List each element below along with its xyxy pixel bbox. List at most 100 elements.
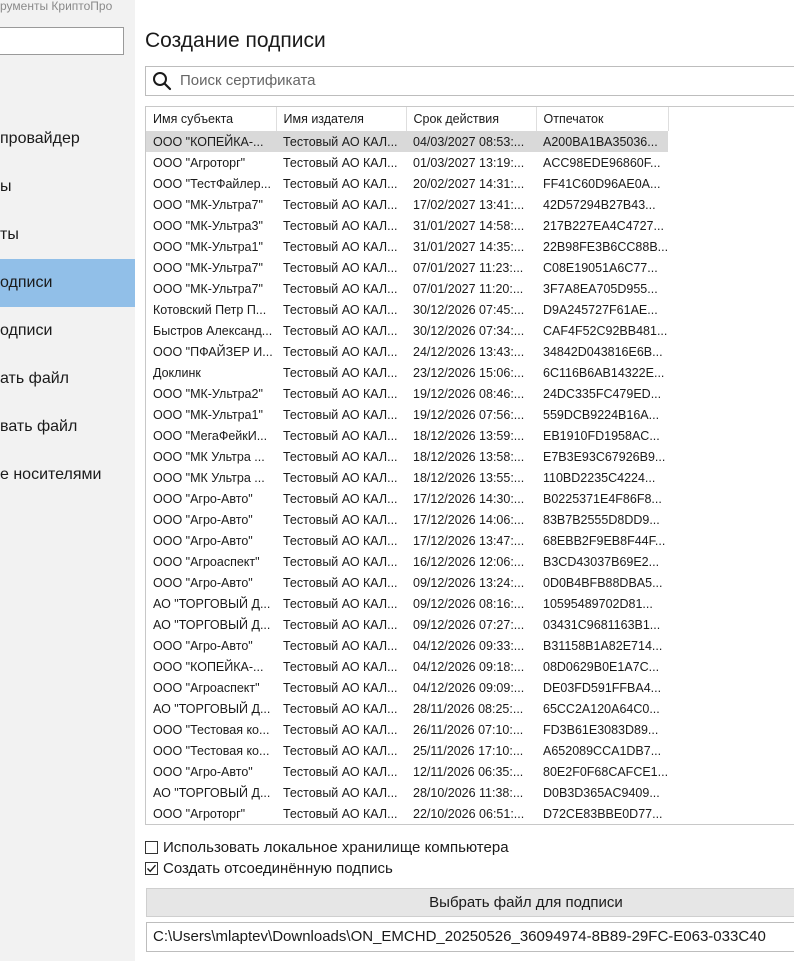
cell-issuer: Тестовый АО КАЛ... [276,131,406,152]
column-header-issuer[interactable]: Имя издателя [276,107,407,131]
certificate-search-input[interactable]: Поиск сертификата [145,66,794,96]
cell-subject: АО "ТОРГОВЫЙ Д... [153,617,271,632]
table-row[interactable]: АО "ТОРГОВЫЙ Д... Тестовый АО КАЛ... 09/12… [146,593,668,614]
table-row[interactable]: ООО "ТестФайлер... Тестовый АО КАЛ... 20/0… [146,173,668,194]
table-row[interactable]: Доклинк Тестовый АО КАЛ... 23/12/2026 15:0… [146,362,668,383]
page-title: Создание подписи [145,29,326,52]
table-row[interactable]: ООО "МК-Ультра7" Тестовый АО КАЛ... 17/02/… [146,194,668,215]
table-row[interactable]: ООО "Агроторг" Тестовый АО КАЛ... 22/10/20… [146,803,668,824]
table-row[interactable]: ООО "МК-Ультра7" Тестовый АО КАЛ... 07/01/… [146,278,668,299]
column-header-thumbprint[interactable]: Отпечаток [536,107,669,131]
table-row[interactable]: ООО "КОПЕЙКА-... Тестовый АО КАЛ... 04/12/… [146,656,668,677]
cell-issuer: Тестовый АО КАЛ... [283,722,398,737]
local-store-option[interactable]: Использовать локальное хранилище компьют… [145,837,509,857]
sidebar-item[interactable]: е носителями [0,451,135,499]
cell-subject: Доклинк [153,365,201,380]
cell-validity: 24/12/2026 13:43:... [413,344,525,359]
sidebar-item[interactable]: ы [0,163,135,211]
cell-issuer: Тестовый АО КАЛ... [283,785,398,800]
cell-issuer: Тестовый АО КАЛ... [283,638,398,653]
sidebar-search-input[interactable] [0,27,124,55]
cell-subject: ООО "Агроторг" [153,155,246,170]
cell-validity: 09/12/2026 13:24:... [413,575,525,590]
cell-validity: 30/12/2026 07:34:... [413,323,525,338]
table-row[interactable]: АО "ТОРГОВЫЙ Д... Тестовый АО КАЛ... 28/11… [146,698,668,719]
cell-validity: 30/12/2026 07:45:... [413,302,525,317]
cell-issuer: Тестовый АО КАЛ... [283,302,398,317]
cell-issuer: Тестовый АО КАЛ... [283,449,398,464]
table-row[interactable]: АО "ТОРГОВЫЙ Д... Тестовый АО КАЛ... 28/10… [146,782,668,803]
cell-issuer: Тестовый АО КАЛ... [283,428,398,443]
cell-issuer: Тестовый АО КАЛ... [283,806,398,821]
detached-signature-checkbox[interactable] [145,861,158,875]
table-row[interactable]: ООО "Тестовая ко... Тестовый АО КАЛ... 25/… [146,740,668,761]
cell-subject: ООО "Агроаспект" [153,680,260,695]
sidebar-item[interactable]: ты [0,211,135,259]
cell-validity: 25/11/2026 17:10:... [413,743,524,758]
table-row[interactable]: Быстров Александ... Тестовый АО КАЛ... 30/… [146,320,668,341]
main-panel: Создание подписи Поиск сертификата Имя с… [145,0,794,961]
cell-thumbprint: 83B7B2555D8DD9... [543,512,660,527]
table-row[interactable]: ООО "Агро-Авто" Тестовый АО КАЛ... 09/12/2… [146,572,668,593]
cell-thumbprint: 22B98FE3B6CC88B... [543,239,669,254]
cell-issuer: Тестовый АО КАЛ... [283,407,398,422]
cell-issuer: Тестовый АО КАЛ... [283,155,398,170]
sidebar-item[interactable]: ать файл [0,355,135,403]
cell-thumbprint: D72CE83BBE0D77... [543,806,663,821]
cell-thumbprint: FD3B61E3083D89... [543,722,659,737]
table-row[interactable]: ООО "МК-Ультра2" Тестовый АО КАЛ... 19/12/… [146,383,668,404]
table-row[interactable]: Котовский Петр П... Тестовый АО КАЛ... 30/… [146,299,668,320]
search-placeholder: Поиск сертификата [180,72,316,89]
table-row[interactable]: ООО "Агро-Авто" Тестовый АО КАЛ... 17/12/2… [146,530,668,551]
select-file-button[interactable]: Выбрать файл для подписи [146,888,794,917]
table-row[interactable]: ООО "МегаФейкИ... Тестовый АО КАЛ... 18/12… [146,425,668,446]
sidebar-item[interactable]: одписи [0,259,135,307]
table-row[interactable]: ООО "Агроторг" Тестовый АО КАЛ... 01/03/20… [146,152,668,173]
table-row[interactable]: ООО "МК-Ультра7" Тестовый АО КАЛ... 07/01/… [146,257,668,278]
detached-signature-option[interactable]: Создать отсоединённую подпись [145,858,393,878]
cell-validity: 09/12/2026 07:27:... [413,617,525,632]
cell-thumbprint: 80E2F0F68CAFCE1... [543,764,669,779]
table-row[interactable]: ООО "МК-Ультра1" Тестовый АО КАЛ... 31/01/… [146,236,668,257]
table-row[interactable]: ООО "МК-Ультра1" Тестовый АО КАЛ... 19/12/… [146,404,668,425]
cell-issuer: Тестовый АО КАЛ... [283,596,398,611]
sidebar-item[interactable]: вать файл [0,403,135,451]
table-row[interactable]: ООО "Агро-Авто" Тестовый АО КАЛ... 12/11/2… [146,761,668,782]
cell-validity: 18/12/2026 13:59:... [413,428,525,443]
table-row[interactable]: АО "ТОРГОВЫЙ Д... Тестовый АО КАЛ... 09/12… [146,614,668,635]
detached-signature-label: Создать отсоединённую подпись [163,859,393,877]
cell-subject: ООО "МК-Ультра7" [153,260,263,275]
table-row[interactable]: ООО "Агро-Авто" Тестовый АО КАЛ... 17/12/2… [146,488,668,509]
table-row[interactable]: ООО "МК Ультра ... Тестовый АО КАЛ... 18/1… [146,467,668,488]
sidebar-item[interactable]: одписи [0,307,135,355]
cell-validity: 26/11/2026 07:10:... [413,722,524,737]
sidebar-item[interactable]: провайдер [0,115,135,163]
cell-validity: 07/01/2027 11:20:... [413,281,524,296]
table-row[interactable]: ООО "Тестовая ко... Тестовый АО КАЛ... 26/… [146,719,668,740]
cell-thumbprint: D9A245727F61AE... [543,302,658,317]
cell-validity: 22/10/2026 06:51:... [413,806,525,821]
column-header-validity[interactable]: Срок действия [406,107,537,131]
cell-issuer: Тестовый АО КАЛ... [283,680,398,695]
local-store-checkbox[interactable] [145,840,158,854]
cell-validity: 17/12/2026 13:47:... [413,533,525,548]
file-path-field[interactable]: C:\Users\mlaptev\Downloads\ON_EMCHD_2025… [146,922,794,952]
table-row[interactable]: ООО "КОПЕЙКА-... Тестовый АО КАЛ... 04/03/… [146,131,669,152]
table-row[interactable]: ООО "Агроаспект" Тестовый АО КАЛ... 04/12/… [146,677,668,698]
table-row[interactable]: ООО "Агро-Авто" Тестовый АО КАЛ... 04/12/2… [146,635,668,656]
cell-issuer: Тестовый АО КАЛ... [283,470,398,485]
cell-thumbprint: 0D0B4BFB88DBA5... [543,575,663,590]
column-header-subject[interactable]: Имя субъекта [146,107,277,131]
table-row[interactable]: ООО "ПФАЙЗЕР И... Тестовый АО КАЛ... 24/12… [146,341,668,362]
cell-subject: ООО "ТестФайлер... [153,176,271,191]
cell-validity: 18/12/2026 13:55:... [413,470,525,485]
sidebar: рументы КриптоПро провайдер ы ты одписи одпи… [0,0,135,961]
cell-thumbprint: 110BD2235C4224... [543,470,656,485]
table-row[interactable]: ООО "Агро-Авто" Тестовый АО КАЛ... 17/12/2… [146,509,668,530]
table-row[interactable]: ООО "Агроаспект" Тестовый АО КАЛ... 16/12/… [146,551,668,572]
cell-subject: ООО "МК-Ультра1" [153,407,263,422]
cell-thumbprint: 6C116B6AB14322E... [543,365,665,380]
table-row[interactable]: ООО "МК-Ультра3" Тестовый АО КАЛ... 31/01/… [146,215,668,236]
table-row[interactable]: ООО "МК Ультра ... Тестовый АО КАЛ... 18/1… [146,446,668,467]
cell-subject: ООО "Агро-Авто" [153,638,253,653]
